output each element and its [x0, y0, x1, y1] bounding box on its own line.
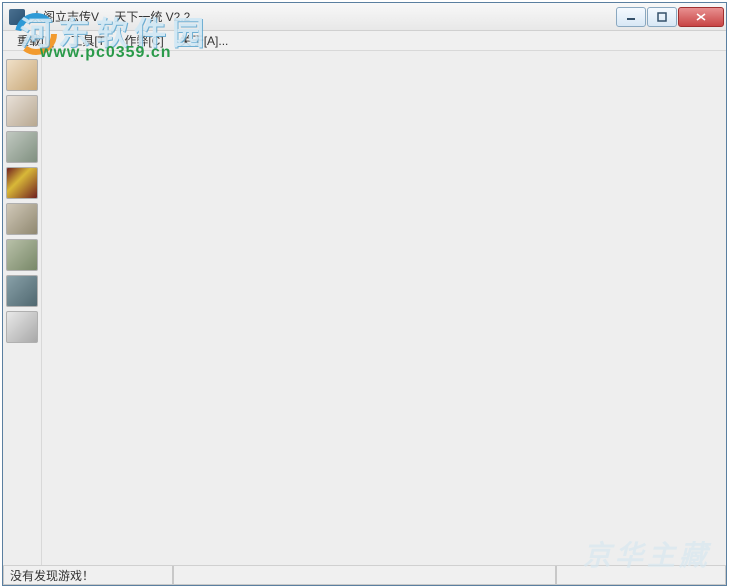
status-right [556, 566, 726, 585]
toolbar-item-character-2[interactable] [6, 95, 38, 127]
toolbar-item-character-3[interactable] [6, 275, 38, 307]
minimize-button[interactable] [616, 7, 646, 27]
menu-about[interactable]: 关于[A]... [172, 30, 237, 51]
titlebar: 太阁立志传V 天下一统 V2.2 [3, 3, 726, 31]
toolbar-item-scene-sea[interactable] [6, 131, 38, 163]
status-message: 没有发现游戏！ [3, 566, 173, 585]
menubar: 重载[L] 工具[T] 作弊[C] 关于[A]... [3, 31, 726, 51]
toolbar-item-character-4[interactable] [6, 311, 38, 343]
sidebar [3, 51, 41, 565]
maximize-icon [657, 12, 667, 22]
maximize-button[interactable] [647, 7, 677, 27]
toolbar-item-scene-forest[interactable] [6, 239, 38, 271]
workarea [3, 51, 726, 565]
minimize-icon [626, 12, 636, 22]
toolbar-item-scene-field[interactable] [6, 203, 38, 235]
menu-tools[interactable]: 工具[T] [62, 30, 116, 51]
window-controls [616, 7, 724, 27]
close-icon [695, 12, 707, 22]
main-panel [41, 51, 726, 565]
close-button[interactable] [678, 7, 724, 27]
status-middle [173, 566, 556, 585]
app-window: 太阁立志传V 天下一统 V2.2 重载[L] 工具[T] 作弊[C] 关于[A]… [2, 2, 727, 586]
toolbar-item-crown[interactable] [6, 167, 38, 199]
window-title: 太阁立志传V 天下一统 V2.2 [31, 8, 616, 25]
menu-reload[interactable]: 重载[L] [9, 30, 62, 51]
statusbar: 没有发现游戏！ [3, 565, 726, 585]
menu-cheat[interactable]: 作弊[C] [116, 30, 171, 51]
app-icon [9, 9, 25, 25]
toolbar-item-character-1[interactable] [6, 59, 38, 91]
